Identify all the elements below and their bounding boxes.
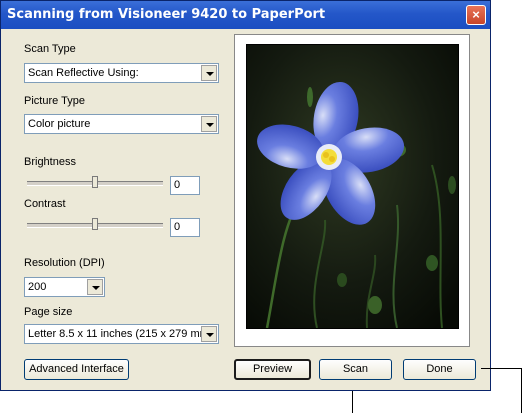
preview-pane — [234, 34, 470, 347]
contrast-thumb[interactable] — [92, 218, 98, 230]
resolution-label: Resolution (DPI) — [24, 257, 105, 269]
brightness-thumb[interactable] — [92, 176, 98, 188]
preview-image — [246, 44, 459, 329]
brightness-input[interactable]: 0 — [170, 176, 200, 195]
brightness-slider[interactable] — [27, 176, 163, 190]
chevron-down-icon[interactable] — [201, 326, 217, 342]
scan-dialog-window: Scanning from Visioneer 9420 to PaperPor… — [0, 0, 491, 391]
page-size-select[interactable]: Letter 8.5 x 11 inches (215 x 279 mm) — [24, 324, 219, 344]
picture-type-label: Picture Type — [24, 95, 85, 107]
advanced-interface-button[interactable]: Advanced Interface — [24, 359, 129, 380]
done-callout-line — [481, 368, 522, 369]
chevron-down-icon[interactable] — [201, 65, 217, 81]
flower-photo — [247, 45, 458, 328]
chevron-down-icon[interactable] — [87, 279, 103, 295]
scan-callout-line — [352, 391, 353, 413]
scan-type-label: Scan Type — [24, 43, 76, 55]
page-size-value: Letter 8.5 x 11 inches (215 x 279 mm) — [28, 328, 213, 340]
contrast-value: 0 — [174, 221, 181, 233]
preview-button[interactable]: Preview — [234, 359, 311, 380]
page-size-label: Page size — [24, 306, 73, 318]
title-bar[interactable]: Scanning from Visioneer 9420 to PaperPor… — [1, 1, 490, 29]
chevron-down-icon[interactable] — [201, 116, 217, 132]
brightness-label: Brightness — [24, 156, 76, 168]
resolution-select[interactable]: 200 — [24, 277, 105, 297]
picture-type-value: Color picture — [28, 118, 91, 130]
brightness-value: 0 — [174, 179, 181, 191]
scan-button[interactable]: Scan — [319, 359, 392, 380]
contrast-label: Contrast — [24, 198, 66, 210]
window-title: Scanning from Visioneer 9420 to PaperPor… — [7, 7, 326, 22]
scan-type-select[interactable]: Scan Reflective Using: — [24, 63, 219, 83]
resolution-value: 200 — [28, 281, 47, 293]
done-callout-line-vertical — [521, 368, 522, 413]
scan-type-value: Scan Reflective Using: — [28, 67, 139, 79]
contrast-slider[interactable] — [27, 218, 163, 232]
done-button[interactable]: Done — [403, 359, 476, 380]
close-button[interactable]: × — [466, 5, 486, 25]
contrast-input[interactable]: 0 — [170, 218, 200, 237]
picture-type-select[interactable]: Color picture — [24, 114, 219, 134]
